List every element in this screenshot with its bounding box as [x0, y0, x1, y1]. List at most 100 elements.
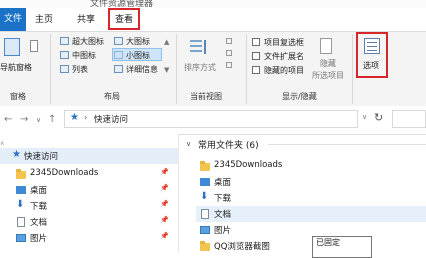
pinned-tooltip: 已固定 — [312, 236, 372, 258]
layout-details[interactable]: 详细信息 — [126, 64, 158, 75]
layout-list[interactable]: 列表 — [72, 64, 88, 75]
back-arrow-icon[interactable]: ← — [4, 114, 12, 125]
add-columns-icon[interactable] — [226, 50, 232, 56]
pane-divider[interactable] — [178, 134, 179, 253]
pictures-icon — [16, 234, 26, 242]
extra-large-icons-icon — [60, 37, 69, 45]
view-tab-highlight — [108, 8, 140, 30]
section-collapse-icon[interactable]: ∨ — [186, 140, 191, 148]
list-item[interactable]: 桌面 — [196, 174, 426, 190]
item-checkboxes-label: 项目复选框 — [264, 38, 304, 47]
nav-item-quick-access[interactable]: ★ 快速访问 — [0, 148, 178, 164]
list-item[interactable]: ⬇ 下载 — [196, 190, 426, 206]
list-item[interactable]: 文档 — [196, 206, 426, 222]
document-icon — [17, 217, 25, 227]
nav-item-label: 桌面 — [30, 186, 48, 196]
folder-icon — [200, 161, 210, 171]
ribbon-tab-strip — [0, 8, 426, 32]
size-columns-icon[interactable] — [226, 62, 232, 68]
layout-medium-icons[interactable]: 中图标 — [72, 50, 96, 61]
nav-item-2345downloads[interactable]: 2345Downloads 📌 — [0, 166, 178, 182]
section-rule — [268, 144, 426, 145]
list-item[interactable]: 图片 — [196, 222, 426, 238]
file-extensions-label: 文件扩展名 — [264, 52, 304, 61]
preview-pane-icon[interactable] — [30, 40, 38, 52]
breadcrumb-chevron-icon[interactable]: › — [84, 113, 87, 122]
pictures-icon — [200, 226, 210, 234]
ribbon-separator — [246, 34, 247, 104]
forward-arrow-icon[interactable]: → — [20, 114, 28, 125]
hidden-items-label: 隐藏的项目 — [264, 66, 304, 75]
tab-home[interactable]: 主页 — [32, 12, 56, 28]
list-item[interactable]: QQ浏览器截图 — [196, 238, 426, 254]
document-icon — [201, 209, 209, 219]
sort-by-icon — [190, 38, 208, 58]
tab-file[interactable]: 文件 — [0, 8, 26, 31]
layout-scroll-up-icon[interactable]: ▲ — [164, 38, 169, 46]
item-label: 图片 — [214, 226, 232, 236]
breadcrumb-quick-access[interactable]: 快速访问 — [94, 113, 128, 125]
item-label: 文档 — [214, 210, 232, 220]
frequent-folders-title[interactable]: 常用文件夹 (6) — [198, 138, 259, 151]
desktop-icon — [200, 178, 210, 186]
pane-group-label: 窗格 — [10, 92, 26, 101]
nav-item-label: 2345Downloads — [30, 168, 99, 178]
download-arrow-icon: ⬇ — [200, 191, 209, 202]
nav-item-pictures[interactable]: 图片 📌 — [0, 230, 178, 246]
desktop-icon — [16, 186, 26, 194]
nav-item-label: 快速访问 — [24, 152, 59, 162]
list-icon — [60, 65, 69, 73]
medium-icons-icon — [60, 51, 69, 59]
item-checkboxes-checkbox[interactable] — [252, 38, 260, 46]
options-highlight — [356, 32, 388, 78]
pin-icon[interactable]: 📌 — [160, 216, 169, 224]
hide-selected-label: 所选项目 — [312, 71, 344, 80]
navigation-pane-icon — [4, 38, 20, 56]
layout-small-icons[interactable]: 小图标 — [126, 50, 150, 61]
nav-item-label: 图片 — [30, 234, 48, 244]
search-input[interactable] — [392, 110, 426, 128]
navigation-pane-button[interactable]: 导航窗格 — [0, 62, 32, 73]
pin-icon[interactable]: 📌 — [160, 200, 169, 208]
item-label: 下载 — [214, 194, 232, 204]
sort-by-button[interactable]: 排序方式 — [184, 62, 216, 73]
refresh-icon[interactable]: ↻ — [374, 111, 383, 124]
nav-item-label: 下载 — [30, 202, 48, 212]
hide-button[interactable]: 隐藏 — [320, 58, 336, 69]
large-icons-icon — [114, 37, 123, 45]
show-hide-group-label: 显示/隐藏 — [282, 92, 317, 101]
folder-icon — [16, 169, 26, 179]
layout-large-icons[interactable]: 大图标 — [126, 36, 150, 47]
tab-share[interactable]: 共享 — [74, 12, 98, 28]
nav-item-downloads[interactable]: ⬇ 下载 📌 — [0, 198, 178, 214]
ribbon-separator — [176, 34, 177, 104]
ribbon-separator — [352, 34, 353, 104]
item-label: QQ浏览器截图 — [214, 242, 270, 252]
item-label: 2345Downloads — [214, 160, 283, 170]
address-dropdown-icon[interactable]: ∨ — [362, 113, 367, 121]
pin-icon[interactable]: 📌 — [160, 184, 169, 192]
details-icon — [114, 65, 123, 73]
quick-access-star-icon: ★ — [70, 112, 79, 123]
nav-item-label: 文档 — [30, 218, 48, 228]
current-view-group-label: 当前视图 — [190, 92, 222, 101]
nav-item-desktop[interactable]: 桌面 📌 — [0, 182, 178, 198]
list-item[interactable]: 2345Downloads — [196, 158, 426, 174]
item-label: 桌面 — [214, 178, 232, 188]
small-icons-icon — [114, 51, 123, 59]
scroll-up-icon[interactable]: ∧ — [0, 140, 4, 147]
nav-item-documents[interactable]: 文档 📌 — [0, 214, 178, 230]
tooltip-line: 已固定 — [316, 238, 340, 247]
pin-icon[interactable]: 📌 — [160, 232, 169, 240]
hidden-items-checkbox[interactable] — [252, 66, 260, 74]
recent-locations-icon[interactable]: ∨ — [36, 116, 41, 124]
layout-extra-large-icons[interactable]: 超大图标 — [72, 36, 104, 47]
pin-icon[interactable]: 📌 — [160, 168, 169, 176]
download-arrow-icon: ⬇ — [16, 199, 25, 210]
layout-more-icon[interactable]: ▼ — [164, 66, 169, 74]
layout-group-label: 布局 — [104, 92, 120, 101]
group-by-icon[interactable] — [226, 38, 232, 44]
file-extensions-checkbox[interactable] — [252, 52, 260, 60]
ribbon-separator — [50, 34, 51, 104]
up-arrow-icon[interactable]: ↑ — [48, 114, 56, 125]
